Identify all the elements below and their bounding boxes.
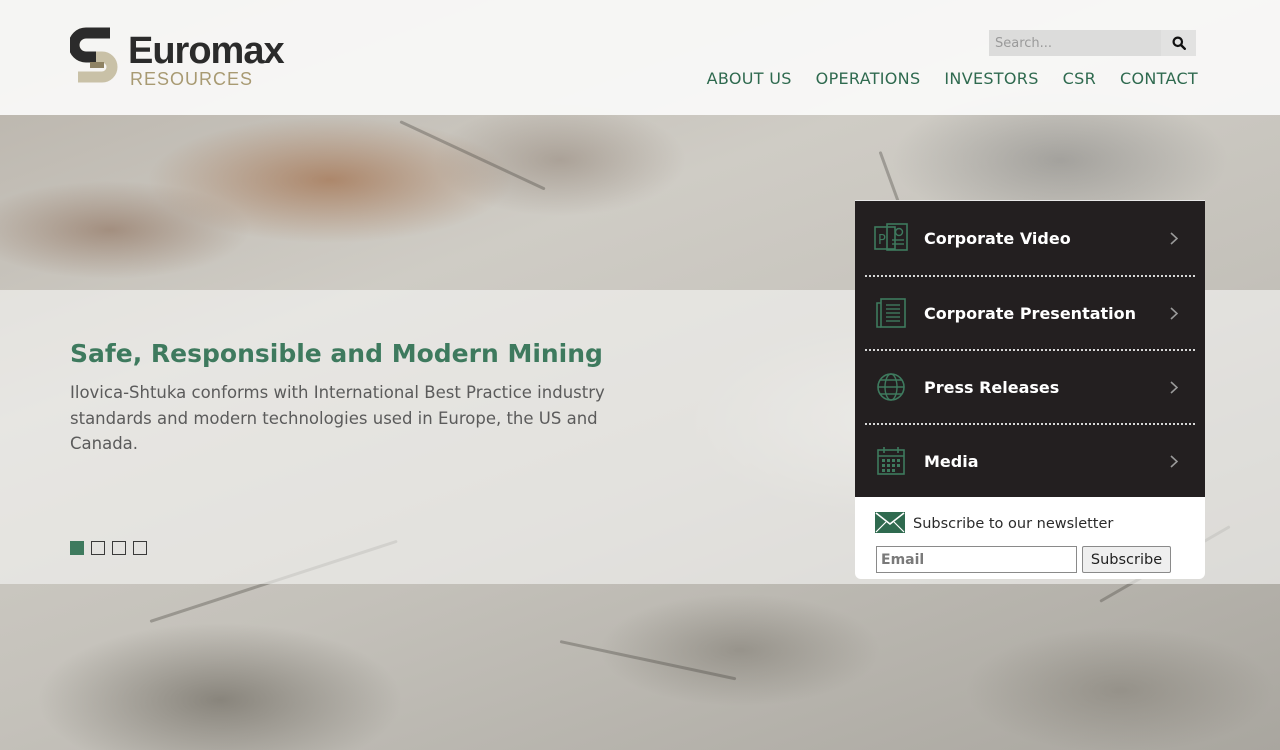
newsletter-email-field[interactable]: [876, 546, 1077, 573]
globe-icon: [874, 370, 908, 404]
nav-investors[interactable]: INVESTORS: [944, 69, 1038, 89]
newsletter-box: Subscribe to our newsletter Subscribe: [855, 497, 1205, 579]
quick-link-label: Corporate Presentation: [924, 303, 1137, 323]
slider-dot-4[interactable]: [133, 541, 147, 555]
subscribe-button[interactable]: Subscribe: [1082, 546, 1171, 573]
envelope-icon: [875, 512, 905, 533]
main-nav: ABOUT US OPERATIONS INVESTORS CSR CONTAC…: [707, 69, 1198, 89]
nav-about-us[interactable]: ABOUT US: [707, 69, 792, 89]
logo[interactable]: Euromax RESOURCES: [70, 27, 300, 89]
nav-operations[interactable]: OPERATIONS: [816, 69, 921, 89]
slider-dot-1[interactable]: [70, 541, 84, 555]
search-icon: [1172, 36, 1186, 50]
quick-link-corporate-presentation[interactable]: Corporate Presentation: [865, 275, 1195, 349]
search-box: [989, 30, 1196, 56]
svg-text:P: P: [878, 233, 886, 248]
chevron-right-icon: [1167, 231, 1181, 245]
chevron-right-icon: [1167, 380, 1181, 394]
brand-subtitle: RESOURCES: [130, 69, 254, 89]
search-button[interactable]: [1161, 30, 1196, 56]
slider-dots: [70, 541, 147, 555]
document-icon: [874, 296, 908, 330]
search-input[interactable]: [989, 30, 1161, 56]
quick-link-label: Press Releases: [924, 377, 1060, 397]
nav-contact[interactable]: CONTACT: [1120, 69, 1198, 89]
quick-link-corporate-video[interactable]: P Corporate Video: [865, 201, 1195, 275]
quick-link-label: Corporate Video: [924, 228, 1071, 248]
newsletter-text: Subscribe to our newsletter: [913, 516, 1114, 532]
brand-name: Euromax: [128, 30, 285, 72]
quick-link-label: Media: [924, 451, 979, 471]
calendar-icon: [874, 444, 908, 478]
chevron-right-icon: [1167, 454, 1181, 468]
hero-title: Safe, Responsible and Modern Mining: [70, 339, 603, 368]
chevron-right-icon: [1167, 306, 1181, 320]
quick-link-press-releases[interactable]: Press Releases: [865, 349, 1195, 423]
quick-links-panel: P Corporate Video Corporate Presentation…: [855, 200, 1205, 579]
powerpoint-icon: P: [874, 221, 908, 255]
quick-link-media[interactable]: Media: [865, 423, 1195, 497]
nav-csr[interactable]: CSR: [1063, 69, 1096, 89]
site-header: Euromax RESOURCES ABOUT US OPERATIONS IN…: [0, 0, 1280, 115]
euromax-logo-mark: [70, 27, 118, 83]
quick-links-list: P Corporate Video Corporate Presentation…: [855, 200, 1205, 497]
slider-dot-2[interactable]: [91, 541, 105, 555]
slider-dot-3[interactable]: [112, 541, 126, 555]
hero-text: Ilovica-Shtuka conforms with Internation…: [70, 383, 605, 453]
